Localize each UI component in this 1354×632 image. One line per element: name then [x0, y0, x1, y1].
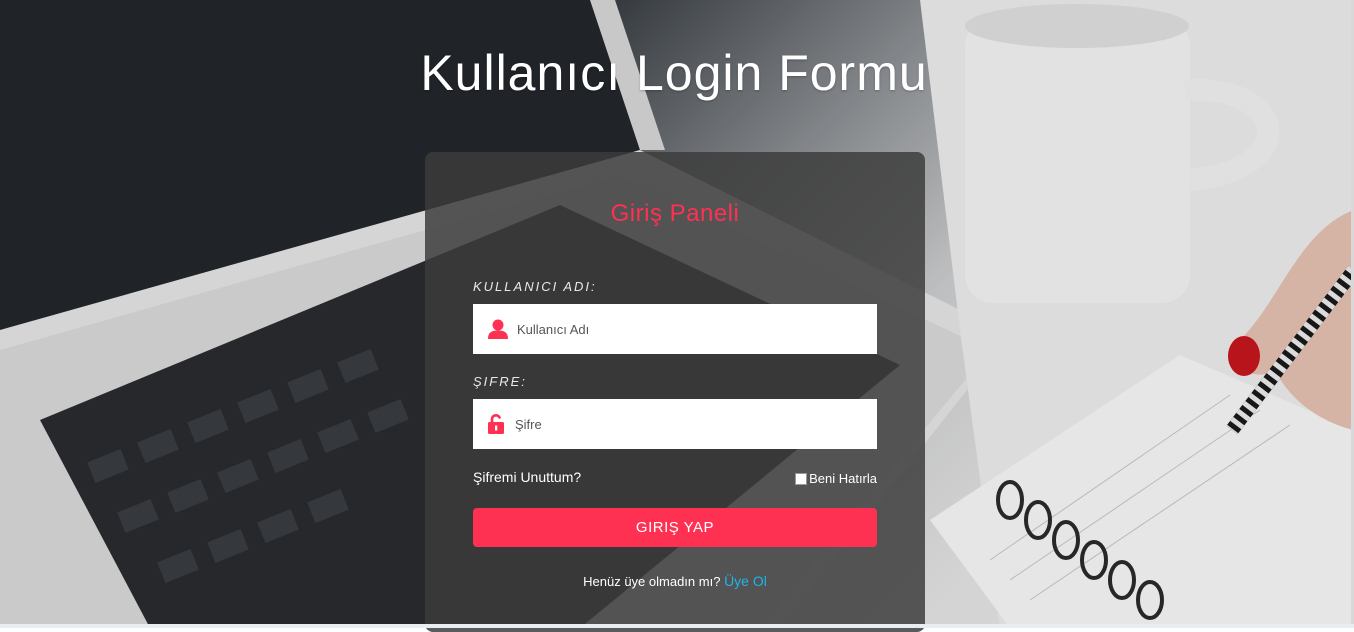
bottom-strip [0, 624, 1354, 628]
remember-me-label: Beni Hatırla [809, 471, 877, 486]
username-input[interactable] [517, 304, 867, 354]
remember-me-checkbox[interactable]: Beni Hatırla [795, 471, 877, 486]
panel-title: Giriş Paneli [610, 200, 740, 227]
forgot-password-link[interactable]: Şifremi Unuttum? [473, 469, 581, 485]
signup-link[interactable]: Üye Ol [724, 573, 767, 589]
password-input[interactable] [515, 399, 865, 449]
username-label: KULLANICI ADI: [473, 279, 597, 294]
checkbox-box[interactable] [795, 472, 808, 485]
login-button[interactable]: GIRIŞ YAP [473, 508, 877, 547]
user-icon [488, 319, 508, 339]
signup-prompt: Henüz üye olmadın mı? Üye Ol [425, 573, 925, 589]
signup-prompt-text: Henüz üye olmadın mı? [583, 574, 721, 589]
username-field[interactable] [473, 304, 877, 354]
login-panel: Giriş Paneli KULLANICI ADI: ŞIFRE: Şifre… [425, 152, 925, 632]
password-field[interactable] [473, 399, 877, 449]
page-title: Kullanıcı Login Formu [420, 45, 928, 101]
password-label: ŞIFRE: [473, 374, 527, 389]
unlock-icon [488, 414, 504, 434]
